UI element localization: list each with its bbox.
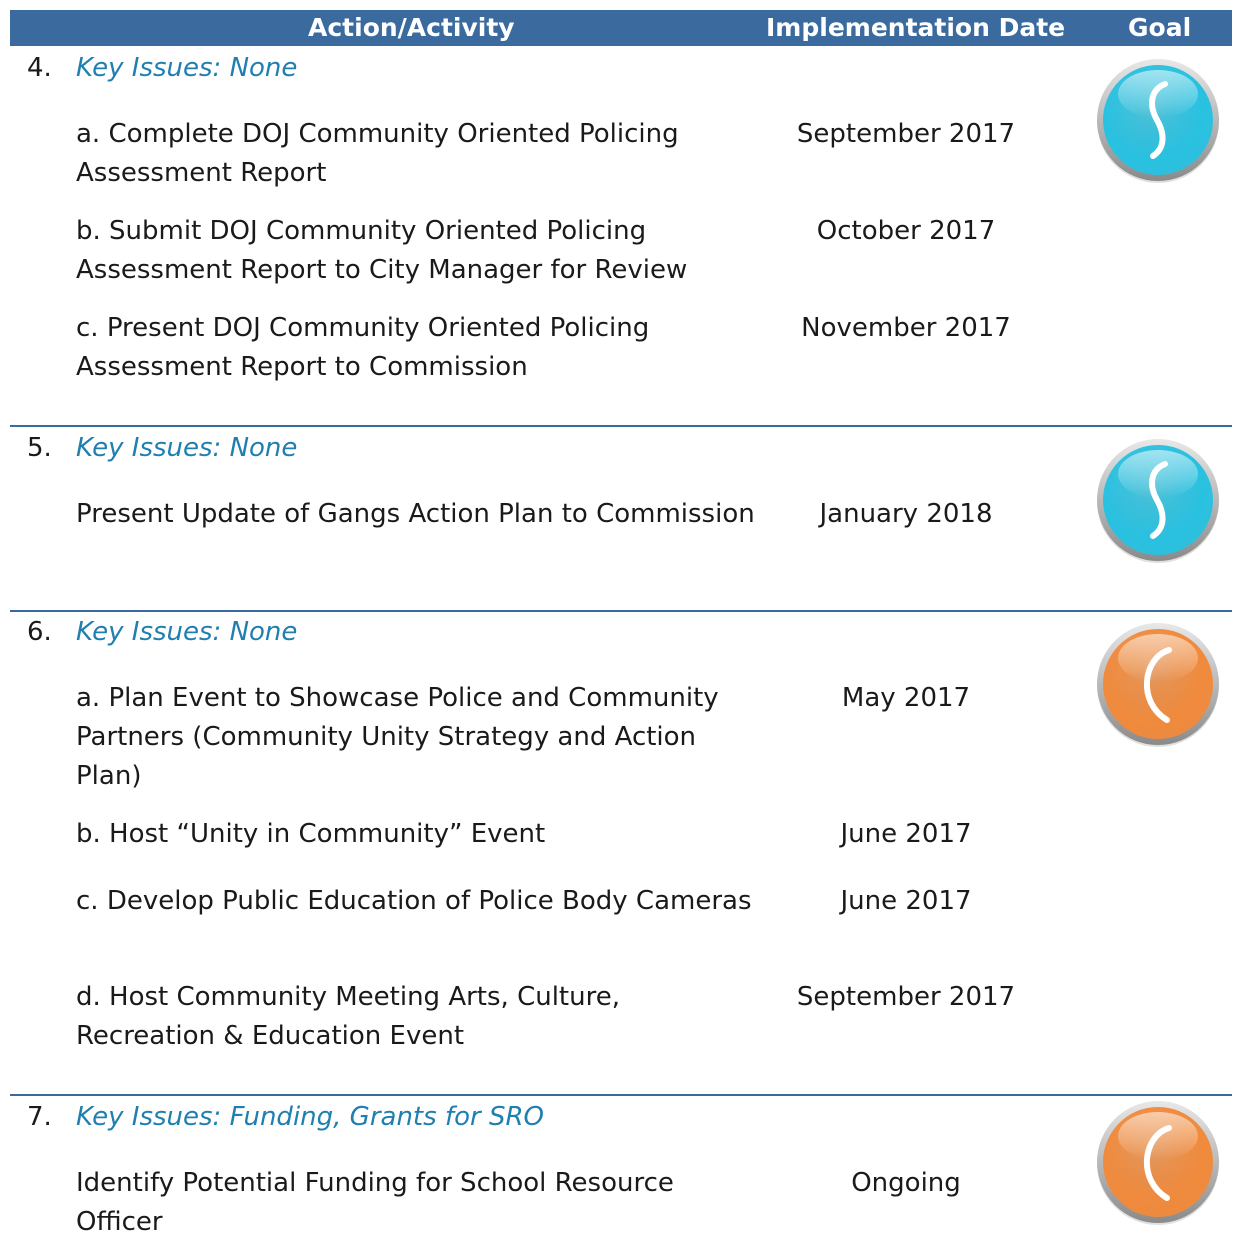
status-circle-c-icon <box>1095 1100 1221 1226</box>
action-item: d. Host Community Meeting Arts, Culture,… <box>76 982 620 1051</box>
action-item: a. Complete DOJ Community Oriented Polic… <box>76 119 679 188</box>
implementation-date: June 2017 <box>840 886 972 916</box>
status-circle-c-icon <box>1095 622 1221 748</box>
action-item: Present Update of Gangs Action Plan to C… <box>76 499 755 529</box>
status-circle-s-icon <box>1095 58 1221 184</box>
header-action-activity: Action/Activity <box>308 13 515 42</box>
implementation-date: May 2017 <box>841 683 971 713</box>
section-number: 4. <box>27 53 52 83</box>
action-item: b. Host “Unity in Community” Event <box>76 819 546 849</box>
action-item: c. Present DOJ Community Oriented Polici… <box>76 313 650 382</box>
action-item: Identify Potential Funding for School Re… <box>76 1168 674 1237</box>
key-issues: Key Issues: None <box>76 433 298 463</box>
header-implementation-date: Implementation Date <box>766 13 1066 42</box>
implementation-date: January 2018 <box>819 499 993 529</box>
implementation-date: November 2017 <box>801 313 1011 343</box>
section-number: 5. <box>27 433 52 463</box>
action-item: a. Plan Event to Showcase Police and Com… <box>76 683 719 791</box>
action-item: b. Submit DOJ Community Oriented Policin… <box>76 216 688 285</box>
implementation-date: Ongoing <box>851 1168 961 1198</box>
implementation-date: October 2017 <box>816 216 996 246</box>
section-number: 6. <box>27 617 52 647</box>
action-item: c. Develop Public Education of Police Bo… <box>76 886 752 916</box>
status-circle-s-icon <box>1095 438 1221 564</box>
key-issues: Key Issues: Funding, Grants for SRO <box>76 1102 544 1132</box>
key-issues: Key Issues: None <box>76 53 298 83</box>
implementation-date: September 2017 <box>796 982 1016 1012</box>
implementation-date: June 2017 <box>840 819 972 849</box>
key-issues: Key Issues: None <box>76 617 298 647</box>
section-divider <box>10 425 1232 427</box>
section-number: 7. <box>27 1102 52 1132</box>
section-divider <box>10 610 1232 612</box>
table-header: Action/Activity Implementation Date Goal <box>10 10 1232 46</box>
implementation-date: September 2017 <box>796 119 1016 149</box>
header-goal: Goal <box>1128 13 1192 42</box>
section-divider <box>10 1094 1232 1096</box>
